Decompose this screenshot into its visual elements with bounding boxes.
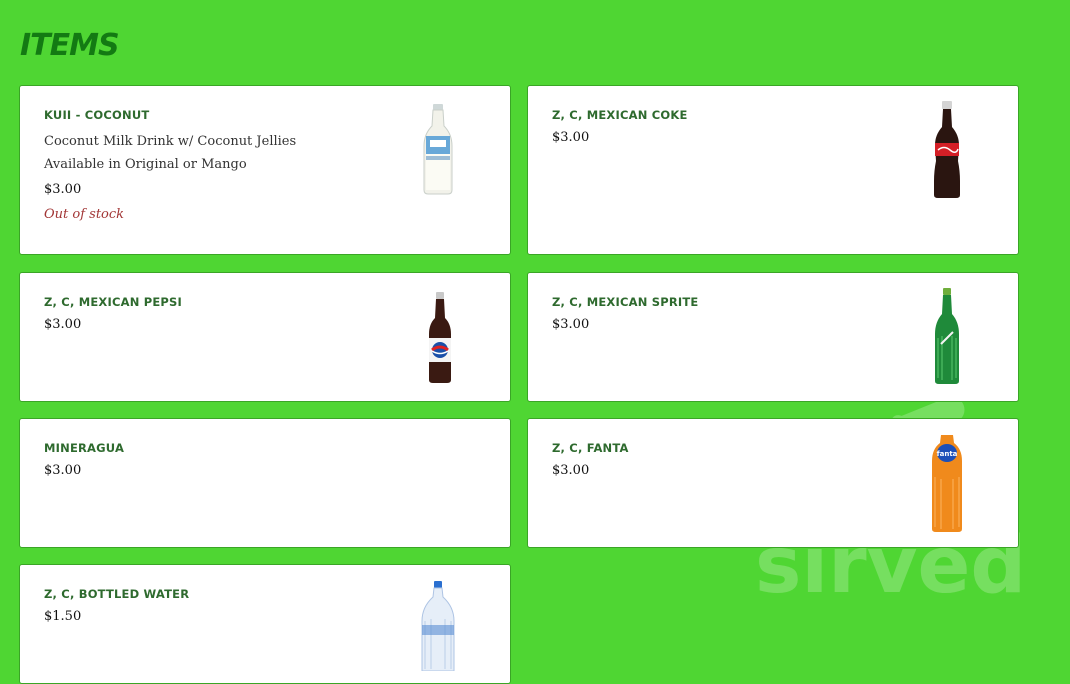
- item-name: KUII - COCONUT: [44, 108, 150, 122]
- item-card[interactable]: Z, C, MEXICAN COKE $3.00: [527, 85, 1019, 255]
- pepsi-bottle-image[interactable]: [427, 292, 453, 384]
- sprite-bottle-image[interactable]: [933, 288, 961, 386]
- fanta-bottle-image[interactable]: fanta: [929, 433, 965, 533]
- item-name: Z, C, FANTA: [552, 441, 629, 455]
- item-card[interactable]: KUII - COCONUT Coconut Milk Drink w/ Coc…: [19, 85, 511, 255]
- item-name: Z, C, MEXICAN COKE: [552, 108, 688, 122]
- item-price: $3.00: [44, 182, 82, 197]
- item-price: $3.00: [44, 317, 82, 332]
- item-name: MINERAGUA: [44, 441, 125, 455]
- item-card[interactable]: Z, C, MEXICAN PEPSI $3.00: [19, 272, 511, 402]
- item-name: Z, C, MEXICAN PEPSI: [44, 295, 183, 309]
- item-name: Z, C, BOTTLED WATER: [44, 587, 190, 601]
- stock-status: Out of stock: [44, 207, 125, 222]
- coconut-milk-bottle-image[interactable]: [420, 104, 456, 196]
- item-price: $1.50: [44, 609, 82, 624]
- item-card[interactable]: Z, C, MEXICAN SPRITE $3.00: [527, 272, 1019, 402]
- item-name: Z, C, MEXICAN SPRITE: [552, 295, 699, 309]
- item-price: $3.00: [44, 463, 82, 478]
- section-title: ITEMS: [20, 28, 120, 63]
- item-description: Coconut Milk Drink w/ Coconut Jellies Av…: [44, 134, 297, 172]
- item-price: $3.00: [552, 463, 590, 478]
- item-price: $3.00: [552, 317, 590, 332]
- water-bottle-image[interactable]: [419, 581, 457, 671]
- item-price: $3.00: [552, 130, 590, 145]
- item-card[interactable]: MINERAGUA $3.00: [19, 418, 511, 548]
- svg-text:fanta: fanta: [937, 450, 958, 458]
- coke-bottle-image[interactable]: [932, 101, 962, 199]
- item-card[interactable]: Z, C, FANTA $3.00 fanta: [527, 418, 1019, 548]
- item-card[interactable]: Z, C, BOTTLED WATER $1.50: [19, 564, 511, 684]
